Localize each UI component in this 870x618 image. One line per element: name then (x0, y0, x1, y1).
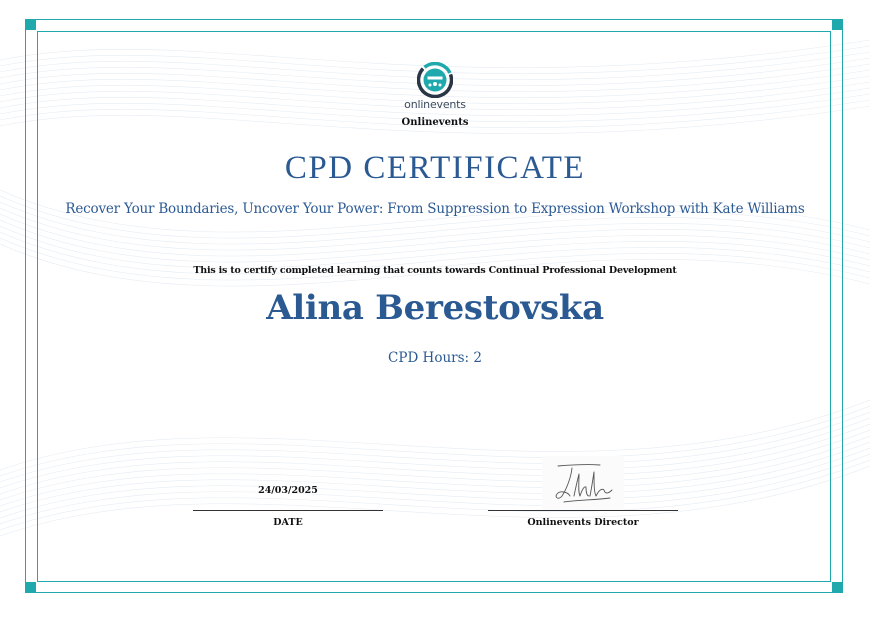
signatory-caption: Onlinevents Director (527, 517, 639, 528)
corner-ornament-top-right (832, 19, 843, 30)
certificate-title: CPD CERTIFICATE (284, 150, 586, 186)
cpd-hours: CPD Hours: 2 (388, 350, 482, 366)
date-block: 24/03/2025 DATE (193, 480, 383, 528)
signature-space (488, 480, 678, 510)
logo-wordmark: onlinevents (404, 98, 466, 111)
certify-statement: This is to certify completed learning th… (193, 265, 677, 276)
certificate-page: onlinevents Onlinevents CPD CERTIFICATE … (0, 0, 870, 618)
date-caption: DATE (273, 517, 303, 528)
corner-ornament-bottom-right (832, 582, 843, 593)
corner-ornament-bottom-left (25, 582, 36, 593)
onlinevents-logo-icon (417, 62, 453, 98)
signatory-block: Onlinevents Director (488, 480, 678, 528)
onlinevents-logo: onlinevents (396, 62, 474, 116)
date-value: 24/03/2025 (258, 485, 318, 496)
signature-rule (488, 510, 678, 511)
recipient-name: Alina Berestovska (266, 288, 604, 328)
date-rule (193, 510, 383, 511)
organization-name: Onlinevents (401, 117, 469, 128)
corner-ornament-top-left (25, 19, 36, 30)
course-title: Recover Your Boundaries, Uncover Your Po… (65, 201, 805, 217)
